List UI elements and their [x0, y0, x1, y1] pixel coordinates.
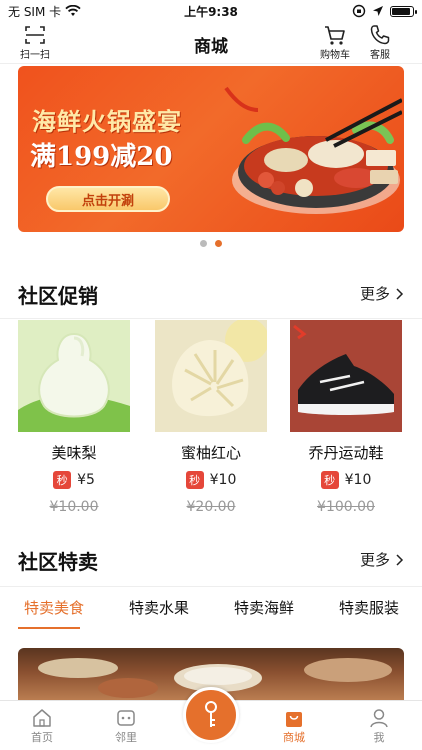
special-section-title: 社区特卖 [18, 550, 98, 574]
tabbar-neighbor[interactable]: 邻里 [96, 707, 156, 745]
flash-sale-badge: 秒 [185, 471, 204, 489]
product-old-price: ¥100.00 [317, 499, 375, 515]
product-name: 蜜柚红心 [180, 444, 241, 462]
promo-section-title: 社区促销 [18, 284, 98, 308]
pear-picture [18, 320, 130, 432]
price-row: 秒 ¥10 [155, 471, 267, 489]
product-price: ¥5 [77, 472, 95, 488]
flash-sale-badge: 秒 [53, 471, 72, 489]
neighbor-icon [117, 710, 135, 726]
chevron-right-icon [396, 553, 404, 566]
home-icon [33, 709, 51, 727]
key-icon [205, 701, 217, 727]
app-root: 无 SIM 卡 上午9:38 扫一扫 商城 购物车 客服 海鲜火锅盛宴 满199… [0, 0, 422, 750]
special-tabs: 特卖美食 特卖水果 特卖海鲜 特卖服装 [0, 586, 422, 629]
tab-fruit[interactable]: 特卖水果 [129, 597, 189, 618]
carousel-dot[interactable] [200, 240, 207, 247]
hotpot-illustration [224, 86, 402, 214]
banner-cta-button[interactable]: 点击开涮 [46, 186, 170, 212]
cart-button[interactable]: 购物车 [320, 24, 350, 61]
price-row: 秒 ¥5 [18, 471, 130, 489]
promo-more-label: 更多 [359, 285, 390, 303]
promo-banner[interactable]: 海鲜火锅盛宴 满199减20 点击开涮 [18, 66, 404, 232]
center-key-button[interactable] [183, 687, 239, 743]
promo-more-link[interactable]: 更多 [360, 283, 404, 304]
active-tab-indicator [18, 627, 80, 629]
product-card-shoes[interactable]: 乔丹运动鞋 秒 ¥10 ¥100.00 [290, 320, 402, 515]
chevron-right-icon [396, 287, 404, 300]
product-image-shoes [290, 320, 402, 432]
section-divider [0, 318, 422, 319]
product-name: 乔丹运动鞋 [308, 444, 384, 462]
tabbar-shop-label: 商城 [283, 731, 305, 744]
shop-bag-icon [286, 712, 302, 727]
tab-seafood[interactable]: 特卖海鲜 [234, 597, 294, 618]
carousel-dot-active[interactable] [215, 240, 222, 247]
status-time: 上午9:38 [184, 4, 238, 19]
shoe-picture [290, 320, 402, 432]
tabbar-profile-label: 我 [373, 731, 385, 744]
tabbar-home[interactable]: 首页 [12, 707, 72, 745]
banner-title: 海鲜火锅盛宴 [32, 107, 182, 136]
cart-icon [325, 26, 345, 45]
flash-sale-badge: 秒 [320, 471, 339, 489]
cart-label: 购物车 [320, 50, 350, 61]
product-price: ¥10 [209, 472, 237, 488]
status-bar: 无 SIM 卡 上午9:38 [0, 0, 422, 22]
product-name: 美味梨 [51, 444, 97, 462]
page-title: 商城 [194, 37, 228, 57]
tabbar-home-label: 首页 [31, 731, 53, 744]
pomelo-picture [155, 320, 267, 432]
special-more-link[interactable]: 更多 [360, 549, 404, 570]
product-old-price: ¥10.00 [49, 499, 99, 515]
phone-icon [370, 25, 390, 45]
tabbar-neighbor-label: 邻里 [115, 731, 137, 744]
tabbar-profile[interactable]: 我 [349, 707, 409, 745]
tabbar-shop[interactable]: 商城 [264, 707, 324, 745]
carousel-dots [0, 240, 422, 247]
banner-subtitle: 满199减20 [30, 142, 173, 172]
service-button[interactable]: 客服 [368, 24, 392, 61]
special-more-label: 更多 [359, 551, 390, 569]
service-label: 客服 [370, 50, 390, 61]
product-image-pomelo [155, 320, 267, 432]
product-card-pomelo[interactable]: 蜜柚红心 秒 ¥10 ¥20.00 [155, 320, 267, 515]
product-price: ¥10 [344, 472, 372, 488]
tab-food[interactable]: 特卖美食 [24, 597, 84, 618]
price-row: 秒 ¥10 [290, 471, 402, 489]
product-image-pear [18, 320, 130, 432]
tab-clothing[interactable]: 特卖服装 [339, 597, 399, 618]
nav-bar: 扫一扫 商城 购物车 客服 [0, 22, 422, 64]
profile-icon [370, 709, 388, 728]
product-old-price: ¥20.00 [186, 499, 236, 515]
bottom-tab-bar: 首页 邻里 商城 我 [0, 687, 422, 750]
product-card-pear[interactable]: 美味梨 秒 ¥5 ¥10.00 [18, 320, 130, 515]
battery-icon [390, 5, 417, 17]
